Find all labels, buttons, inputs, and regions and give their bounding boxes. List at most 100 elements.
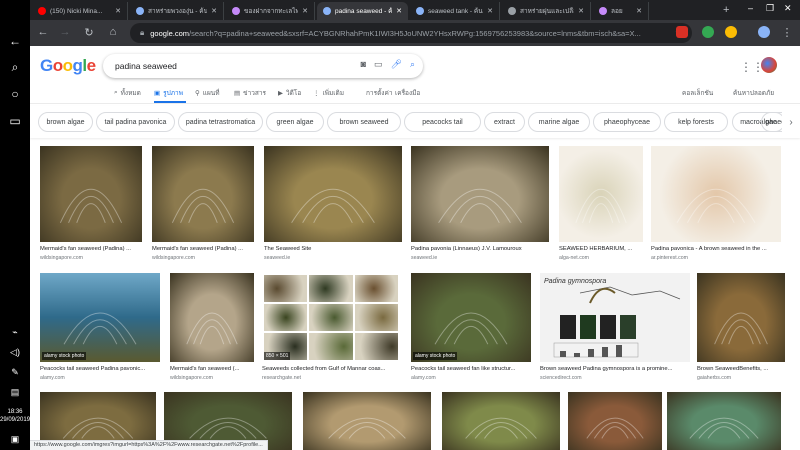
search-tab[interactable]: ▤ ข่าวสาร: [234, 88, 266, 98]
result-caption[interactable]: Mermaid's fan seaweed (Padina) ...: [40, 246, 142, 253]
result-thumbnail[interactable]: [442, 392, 560, 450]
image-result[interactable]: Padina gymnospora Brown seaweed Padina gy…: [540, 273, 690, 392]
back-arrow-icon[interactable]: ←: [8, 34, 22, 48]
result-source[interactable]: sciencedirect.com: [540, 375, 690, 382]
home-icon[interactable]: ⌂: [106, 26, 120, 38]
search-input[interactable]: padina seaweed: [115, 61, 177, 71]
network-icon[interactable]: ⌁: [8, 325, 22, 339]
image-result[interactable]: Mermaid's fan seaweed (Padina) ... wildsi…: [40, 146, 142, 272]
browser-tab[interactable]: ของฝากจากทะเลไทย ป✕: [226, 2, 315, 20]
result-thumbnail[interactable]: [40, 146, 142, 242]
extension-yellow-icon[interactable]: [725, 26, 737, 38]
related-search-chip[interactable]: brown algae: [38, 112, 93, 132]
new-tab-button[interactable]: +: [723, 4, 729, 16]
profile-avatar-icon[interactable]: [758, 26, 770, 38]
image-result[interactable]: [568, 392, 662, 450]
image-result[interactable]: alamy stock photo Peacocks tail seaweed P…: [40, 273, 160, 392]
result-caption[interactable]: Mermaid's fan seaweed (...: [170, 366, 254, 373]
result-thumbnail[interactable]: Padina gymnospora: [540, 273, 690, 362]
image-result[interactable]: alamy stock photo Peacocks tail seaweed f…: [411, 273, 531, 392]
search-tab[interactable]: ▶ วิดีโอ: [278, 88, 301, 98]
close-tab-icon[interactable]: ✕: [574, 7, 584, 15]
task-view-icon[interactable]: ▭: [8, 114, 22, 128]
related-search-chip[interactable]: padina tetrastromatica: [178, 112, 263, 132]
related-search-chip[interactable]: extract: [484, 112, 525, 132]
result-thumbnail[interactable]: [170, 273, 254, 362]
related-search-chip[interactable]: marine algae: [528, 112, 590, 132]
search-box[interactable]: padina seaweed ◙ ▭ 🎤︎ ⌕: [103, 54, 423, 78]
close-window-icon[interactable]: ✕: [784, 3, 792, 14]
result-source[interactable]: wildsingapore.com: [40, 255, 142, 262]
result-thumbnail[interactable]: 850 × 501: [262, 273, 400, 362]
image-result[interactable]: Brown SeaweedBenefits, ... gaiaherbs.com: [697, 273, 785, 392]
result-source[interactable]: ar.pinterest.com: [651, 255, 781, 262]
image-result[interactable]: The Seaweed Site seaweed.ie: [264, 146, 402, 272]
result-thumbnail[interactable]: alamy stock photo: [40, 273, 160, 362]
result-source[interactable]: gaiaherbs.com: [697, 375, 785, 382]
notification-icon[interactable]: ▣: [8, 432, 22, 446]
search-tab[interactable]: ▣ รูปภาพ: [154, 88, 183, 98]
result-thumbnail[interactable]: [651, 146, 781, 242]
browser-tab[interactable]: ลอย ✕: [593, 2, 649, 20]
browser-tab[interactable]: สาหร่ายผุ่นและเปลือกะ✕: [502, 2, 591, 20]
cortana-icon[interactable]: ○: [8, 87, 22, 101]
image-result[interactable]: Padina pavonia (Linnaeus) J.V. Lamouroux…: [411, 146, 549, 272]
result-caption[interactable]: Brown seaweed Padina gymnospora is a pro…: [540, 366, 690, 373]
back-icon[interactable]: ←: [36, 26, 50, 38]
result-source[interactable]: seaweed.ie: [411, 255, 549, 262]
forward-icon[interactable]: →: [58, 26, 72, 38]
result-thumbnail[interactable]: alamy stock photo: [411, 273, 531, 362]
image-result[interactable]: Mermaid's fan seaweed (... wildsingapore.…: [170, 273, 254, 392]
safesearch-link[interactable]: ค้นหาปลอดภัย: [733, 88, 774, 98]
result-thumbnail[interactable]: [152, 146, 254, 242]
microphone-icon[interactable]: 🎤︎: [391, 59, 402, 70]
maximize-icon[interactable]: ❐: [766, 3, 774, 14]
result-caption[interactable]: Brown SeaweedBenefits, ...: [697, 366, 785, 373]
close-tab-icon[interactable]: ✕: [207, 7, 217, 15]
related-search-chip[interactable]: phaeophyceae: [593, 112, 661, 132]
search-tab[interactable]: เครื่องมือ: [395, 88, 420, 98]
result-thumbnail[interactable]: [559, 146, 643, 242]
result-thumbnail[interactable]: [667, 392, 781, 450]
search-submit-icon[interactable]: ⌕: [410, 59, 415, 70]
address-bar[interactable]: 🔒︎ google.com /search?q=padina+seaweed&s…: [130, 23, 692, 43]
search-tab[interactable]: ⌕ ทั้งหมด: [114, 88, 141, 98]
search-tab[interactable]: การตั้งค่า: [366, 88, 392, 98]
close-tab-icon[interactable]: ✕: [632, 7, 642, 15]
related-search-chip[interactable]: peacocks tail: [404, 112, 481, 132]
result-caption[interactable]: Peacocks tail seaweed Padina pavonic...: [40, 366, 160, 373]
result-caption[interactable]: Peacocks tail seaweed fan like structur.…: [411, 366, 531, 373]
result-thumbnail[interactable]: [568, 392, 662, 450]
keyboard-icon[interactable]: ▤: [8, 385, 22, 399]
image-result[interactable]: 850 × 501 Seaweeds collected from Gulf of…: [262, 273, 400, 392]
browser-tab[interactable]: padina seaweed - ค้น ✕: [317, 2, 408, 20]
result-thumbnail[interactable]: [411, 146, 549, 242]
related-search-chip[interactable]: green algae: [266, 112, 324, 132]
extension-adblock-icon[interactable]: [676, 26, 688, 38]
browser-tab[interactable]: สาหร่ายพวงองุ่น - ค้นหา✕: [130, 2, 224, 20]
chrome-menu-icon[interactable]: ⋮: [780, 26, 794, 39]
clock-date[interactable]: 29/09/2019: [0, 416, 30, 424]
volume-icon[interactable]: ◁): [8, 345, 22, 359]
result-caption[interactable]: SEAWEED HERBARIUM, ...: [559, 246, 643, 253]
close-tab-icon[interactable]: ✕: [483, 7, 493, 15]
image-result[interactable]: SEAWEED HERBARIUM, ... alga-net.com: [559, 146, 643, 272]
search-tab[interactable]: ⚲ แผนที่: [195, 88, 220, 98]
search-tab[interactable]: ⋮ เพิ่มเติม: [313, 88, 344, 98]
close-tab-icon[interactable]: ✕: [298, 7, 308, 15]
browser-tab[interactable]: seaweed tank - ค้นห ✕: [410, 2, 500, 20]
result-source[interactable]: alamy.com: [40, 375, 160, 382]
result-source[interactable]: wildsingapore.com: [152, 255, 254, 262]
related-search-chip[interactable]: kelp forests: [664, 112, 728, 132]
result-source[interactable]: researchgate.net: [262, 375, 400, 382]
result-source[interactable]: alamy.com: [411, 375, 531, 382]
pen-icon[interactable]: ✎: [8, 365, 22, 379]
clock-time[interactable]: 18:36: [0, 408, 30, 416]
related-search-chip[interactable]: tail padina pavonica: [96, 112, 175, 132]
collections-link[interactable]: คอลเล็กชัน: [682, 88, 713, 98]
account-avatar[interactable]: [761, 57, 777, 73]
related-search-chip[interactable]: brown seaweed: [327, 112, 401, 132]
close-tab-icon[interactable]: ✕: [392, 7, 402, 15]
close-tab-icon[interactable]: ✕: [111, 7, 121, 15]
result-caption[interactable]: The Seaweed Site: [264, 246, 402, 253]
